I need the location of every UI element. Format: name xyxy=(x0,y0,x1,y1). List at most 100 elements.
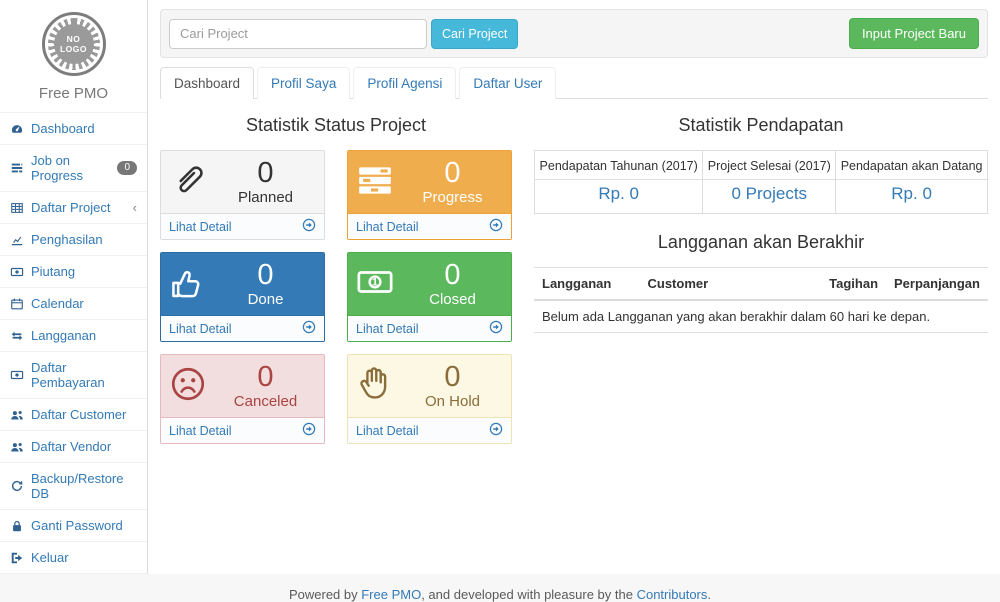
sidebar-item-job-on-progress[interactable]: Job on Progress 0 xyxy=(0,144,147,191)
card-progress: 0 Progress Lihat Detail xyxy=(347,150,512,240)
income-finished-value[interactable]: 0 Projects xyxy=(731,184,807,203)
planned-label: Planned xyxy=(215,189,316,206)
col-langganan: Langganan xyxy=(534,268,639,301)
svg-text:1: 1 xyxy=(372,277,378,289)
planned-detail-link[interactable]: Lihat Detail xyxy=(161,213,324,239)
dashboard-icon xyxy=(10,122,24,136)
thumbs-up-icon xyxy=(169,263,215,304)
logo: NO LOGO Free PMO xyxy=(0,0,147,112)
closed-label: Closed xyxy=(402,291,503,308)
arrow-circle-right-icon xyxy=(302,320,316,337)
income-upcoming-value[interactable]: Rp. 0 xyxy=(891,184,932,203)
sidebar-item-label: Piutang xyxy=(31,264,75,279)
on-hold-detail-link[interactable]: Lihat Detail xyxy=(348,417,511,443)
retweet-icon xyxy=(10,329,24,343)
contributors-link[interactable]: Contributors xyxy=(637,587,708,602)
sidebar-item-label: Calendar xyxy=(31,296,84,311)
card-canceled: 0 Canceled Lihat Detail xyxy=(160,354,325,444)
tasks-icon xyxy=(10,161,24,175)
sidebar-item-ganti-password[interactable]: Ganti Password xyxy=(0,509,147,541)
col-tagihan: Tagihan xyxy=(821,268,886,301)
progress-label: Progress xyxy=(402,189,503,206)
sidebar-menu: Dashboard Job on Progress 0 Daftar Proje… xyxy=(0,112,147,574)
card-on-hold: 0 On Hold Lihat Detail xyxy=(347,354,512,444)
job-count-badge: 0 xyxy=(117,161,137,175)
sidebar-item-penghasilan[interactable]: Penghasilan xyxy=(0,223,147,255)
sidebar-item-daftar-project[interactable]: Daftar Project ‹ xyxy=(0,191,147,223)
search-input[interactable] xyxy=(169,19,427,49)
done-label: Done xyxy=(215,291,316,308)
page-footer: Powered by Free PMO, and developed with … xyxy=(0,574,1000,602)
canceled-detail-link[interactable]: Lihat Detail xyxy=(161,417,324,443)
sidebar-item-label: Ganti Password xyxy=(31,518,123,533)
sidebar-item-keluar[interactable]: Keluar xyxy=(0,541,147,574)
canceled-label: Canceled xyxy=(215,393,316,410)
tab-profil-agensi[interactable]: Profil Agensi xyxy=(353,67,456,99)
sidebar-item-backup-restore[interactable]: Backup/Restore DB xyxy=(0,462,147,509)
free-pmo-link[interactable]: Free PMO xyxy=(361,587,421,602)
status-cards: 0 Planned Lihat Detail xyxy=(160,150,512,444)
sidebar-item-daftar-pembayaran[interactable]: Daftar Pembayaran xyxy=(0,351,147,398)
search-button[interactable]: Cari Project xyxy=(431,19,518,49)
progress-detail-link[interactable]: Lihat Detail xyxy=(348,213,511,239)
income-section-title: Statistik Pendapatan xyxy=(534,115,988,136)
users-icon xyxy=(10,440,24,454)
income-yearly-value[interactable]: Rp. 0 xyxy=(598,184,639,203)
arrow-circle-right-icon xyxy=(489,422,503,439)
paperclip-icon xyxy=(169,161,215,202)
tab-profil-saya[interactable]: Profil Saya xyxy=(257,67,350,99)
chevron-left-icon: ‹ xyxy=(133,200,137,215)
tab-daftar-user[interactable]: Daftar User xyxy=(459,67,556,99)
arrow-circle-right-icon xyxy=(489,320,503,337)
main-content: Cari Project Input Project Baru Dashboar… xyxy=(148,0,1000,574)
income-header-yearly: Pendapatan Tahunan (2017) xyxy=(535,151,703,180)
subscription-table: Langganan Customer Tagihan Perpanjangan … xyxy=(534,267,988,333)
refresh-icon xyxy=(10,479,24,493)
income-section: Statistik Pendapatan Pendapatan Tahunan … xyxy=(534,112,988,444)
money-icon xyxy=(10,368,24,382)
closed-detail-link[interactable]: Lihat Detail xyxy=(348,315,511,341)
line-chart-icon xyxy=(10,233,24,247)
tasks-icon xyxy=(356,161,402,202)
planned-count: 0 xyxy=(215,158,316,188)
card-closed: 1 0 Closed Lihat Detail xyxy=(347,252,512,342)
money-icon: 1 xyxy=(356,263,402,304)
app-window: NO LOGO Free PMO Dashboard Job on Progre… xyxy=(0,0,1000,574)
status-section: Statistik Status Project 0 Planned xyxy=(160,112,512,444)
on-hold-count: 0 xyxy=(402,362,503,392)
sidebar-item-label: Daftar Project xyxy=(31,200,110,215)
status-section-title: Statistik Status Project xyxy=(160,115,512,136)
frown-icon xyxy=(169,365,215,406)
money-icon xyxy=(10,265,24,279)
arrow-circle-right-icon xyxy=(302,422,316,439)
sidebar-item-label: Job on Progress xyxy=(31,153,110,183)
income-table: Pendapatan Tahunan (2017) Project Selesa… xyxy=(534,150,988,214)
new-project-button[interactable]: Input Project Baru xyxy=(849,18,979,49)
sidebar-item-label: Daftar Vendor xyxy=(31,439,111,454)
col-customer: Customer xyxy=(639,268,821,301)
tab-dashboard[interactable]: Dashboard xyxy=(160,67,254,99)
done-count: 0 xyxy=(215,260,316,290)
sidebar-item-label: Keluar xyxy=(31,550,69,565)
sidebar-item-daftar-customer[interactable]: Daftar Customer xyxy=(0,398,147,430)
sidebar-item-dashboard[interactable]: Dashboard xyxy=(0,112,147,144)
sidebar-item-calendar[interactable]: Calendar xyxy=(0,287,147,319)
done-detail-link[interactable]: Lihat Detail xyxy=(161,315,324,341)
subscription-empty-message: Belum ada Langganan yang akan berakhir d… xyxy=(534,300,988,333)
sidebar: NO LOGO Free PMO Dashboard Job on Progre… xyxy=(0,0,148,574)
subscription-empty-row: Belum ada Langganan yang akan berakhir d… xyxy=(534,300,988,333)
sidebar-item-piutang[interactable]: Piutang xyxy=(0,255,147,287)
subscription-section-title: Langganan akan Berakhir xyxy=(534,232,988,253)
sidebar-item-label: Langganan xyxy=(31,328,96,343)
sidebar-item-daftar-vendor[interactable]: Daftar Vendor xyxy=(0,430,147,462)
on-hold-label: On Hold xyxy=(402,393,503,410)
col-perpanjangan: Perpanjangan xyxy=(886,268,988,301)
arrow-circle-right-icon xyxy=(489,218,503,235)
sidebar-item-langganan[interactable]: Langganan xyxy=(0,319,147,351)
sidebar-item-label: Penghasilan xyxy=(31,232,103,247)
income-header-upcoming: Pendapatan akan Datang xyxy=(836,151,988,180)
lock-icon xyxy=(10,519,24,533)
users-icon xyxy=(10,408,24,422)
income-header-finished: Project Selesai (2017) xyxy=(703,151,836,180)
calendar-icon xyxy=(10,297,24,311)
